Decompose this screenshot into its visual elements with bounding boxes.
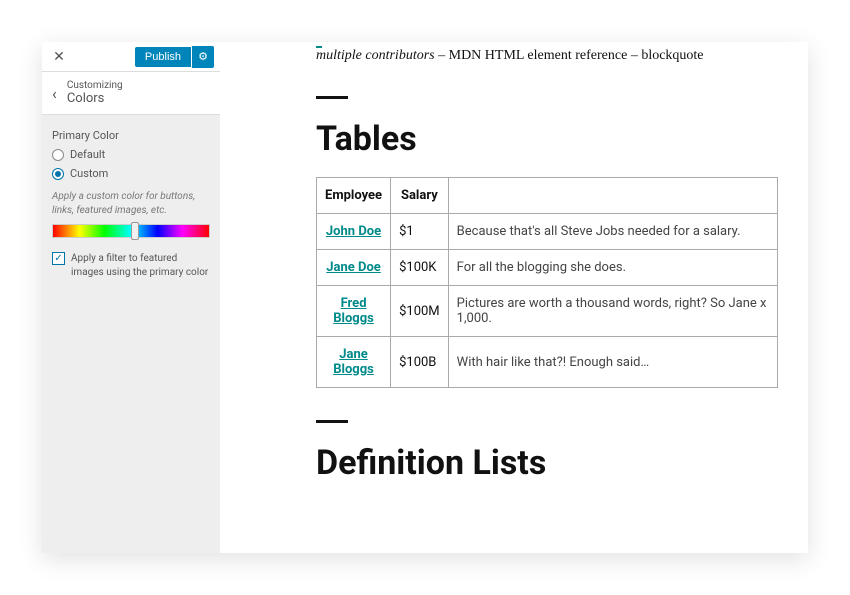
cell-salary: $100K bbox=[391, 250, 449, 286]
section-title-block: Customizing Colors bbox=[67, 80, 123, 106]
back-button[interactable]: ‹ bbox=[52, 84, 57, 103]
cell-note: Pictures are worth a thousand words, rig… bbox=[448, 286, 777, 337]
preview-pane: multiple contributors – MDN HTML element… bbox=[220, 42, 808, 553]
publish-group: Publish ⚙ bbox=[135, 46, 214, 68]
cell-salary: $100M bbox=[391, 286, 449, 337]
section-title: Colors bbox=[67, 91, 123, 106]
gear-icon: ⚙ bbox=[198, 50, 208, 63]
cell-salary: $1 bbox=[391, 214, 449, 250]
filter-checkbox-row[interactable]: ✓ Apply a filter to featured images usin… bbox=[52, 252, 210, 280]
publish-button[interactable]: Publish bbox=[135, 47, 191, 67]
cite-mid: MDN HTML element reference bbox=[449, 48, 628, 63]
th-employee: Employee bbox=[317, 178, 391, 214]
radio-default[interactable]: Default bbox=[52, 148, 210, 161]
customizer-topbar: ✕ Publish ⚙ bbox=[42, 42, 220, 72]
cell-name: Jane Bloggs bbox=[317, 337, 391, 388]
customizing-label: Customizing bbox=[67, 80, 123, 91]
cell-note: Because that's all Steve Jobs needed for… bbox=[448, 214, 777, 250]
cell-note: With hair like that?! Enough said… bbox=[448, 337, 777, 388]
employee-link[interactable]: Jane Bloggs bbox=[333, 347, 374, 377]
divider bbox=[316, 96, 348, 99]
th-note bbox=[448, 178, 777, 214]
cell-name: John Doe bbox=[317, 214, 391, 250]
cite-contributors: multiple contributors bbox=[316, 48, 435, 63]
divider bbox=[316, 420, 348, 423]
radio-custom[interactable]: Custom bbox=[52, 167, 210, 180]
radio-icon-checked bbox=[52, 168, 64, 180]
filter-checkbox-label: Apply a filter to featured images using … bbox=[71, 252, 210, 280]
cell-note: For all the blogging she does. bbox=[448, 250, 777, 286]
hue-thumb[interactable] bbox=[131, 222, 139, 240]
heading-deflists: Definition Lists bbox=[316, 443, 778, 483]
th-salary: Salary bbox=[391, 178, 449, 214]
close-button[interactable]: ✕ bbox=[48, 46, 70, 68]
table-row: John Doe $1 Because that's all Steve Job… bbox=[317, 214, 778, 250]
employee-link[interactable]: Fred Bloggs bbox=[333, 296, 374, 326]
chevron-left-icon: ‹ bbox=[52, 84, 57, 103]
hue-slider[interactable] bbox=[52, 224, 210, 238]
controls-area: Primary Color Default Custom Apply a cus… bbox=[42, 115, 220, 294]
table-row: Jane Doe $100K For all the blogging she … bbox=[317, 250, 778, 286]
close-icon: ✕ bbox=[53, 49, 65, 65]
cell-name: Fred Bloggs bbox=[317, 286, 391, 337]
settings-button[interactable]: ⚙ bbox=[192, 46, 214, 68]
employee-link[interactable]: John Doe bbox=[326, 224, 381, 239]
customizer-sidebar: ✕ Publish ⚙ ‹ Customizing Colors bbox=[42, 42, 220, 553]
cite-sep1: – bbox=[435, 48, 449, 63]
section-header: ‹ Customizing Colors bbox=[42, 72, 220, 115]
cell-name: Jane Doe bbox=[317, 250, 391, 286]
table-row: Jane Bloggs $100B With hair like that?! … bbox=[317, 337, 778, 388]
radio-custom-label: Custom bbox=[70, 167, 108, 180]
table-row: Fred Bloggs $100M Pictures are worth a t… bbox=[317, 286, 778, 337]
checkbox-checked-icon: ✓ bbox=[52, 252, 65, 265]
radio-icon bbox=[52, 149, 64, 161]
citation-line: multiple contributors – MDN HTML element… bbox=[316, 48, 778, 64]
heading-tables: Tables bbox=[316, 119, 778, 159]
cite-end: blockquote bbox=[641, 48, 703, 63]
radio-default-label: Default bbox=[70, 148, 105, 161]
cell-salary: $100B bbox=[391, 337, 449, 388]
help-text: Apply a custom color for buttons, links,… bbox=[52, 190, 210, 218]
employee-link[interactable]: Jane Doe bbox=[326, 260, 381, 275]
primary-color-label: Primary Color bbox=[52, 129, 210, 142]
cite-sep2: – bbox=[627, 48, 641, 63]
employee-table: Employee Salary John Doe $1 Because that… bbox=[316, 177, 778, 388]
table-header-row: Employee Salary bbox=[317, 178, 778, 214]
